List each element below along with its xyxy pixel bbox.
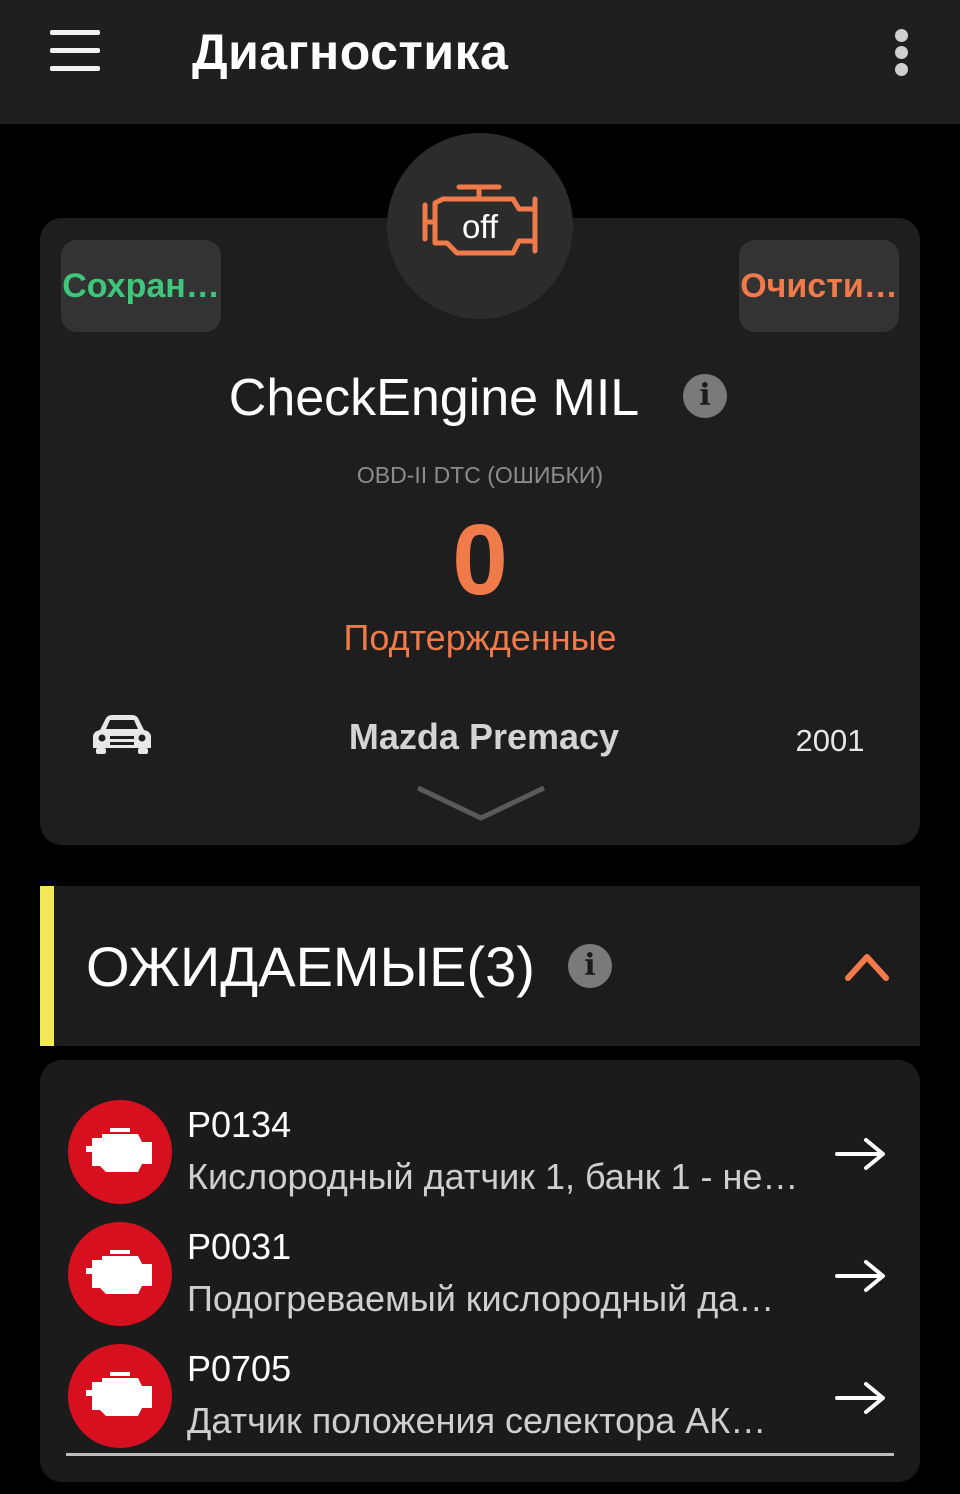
dtc-description: Кислородный датчик 1, банк 1 - не… xyxy=(187,1156,799,1197)
list-divider xyxy=(66,1453,894,1456)
dtc-description: Подогреваемый кислородный да… xyxy=(187,1278,775,1319)
section-accent-bar xyxy=(40,886,54,1046)
check-engine-badge-icon xyxy=(68,1100,172,1204)
list-item[interactable]: P0031 Подогреваемый кислородный да… xyxy=(40,1214,920,1336)
info-icon[interactable]: i xyxy=(683,374,727,418)
section-title: ОЖИДАЕМЫЕ(3) xyxy=(86,935,535,998)
dtc-code: P0031 xyxy=(187,1226,292,1267)
dtc-description: Датчик положения селектора АК… xyxy=(187,1400,767,1441)
arrow-right-icon[interactable] xyxy=(834,1258,888,1294)
dtc-code: P0705 xyxy=(187,1348,292,1389)
page-title: Диагностика xyxy=(192,24,509,80)
vehicle-name: Mazda Premacy xyxy=(348,716,620,757)
more-vert-icon[interactable] xyxy=(880,24,924,80)
hamburger-menu-icon[interactable] xyxy=(40,20,110,80)
mil-indicator: off xyxy=(387,133,573,319)
clear-button[interactable]: Очисти… xyxy=(739,240,899,332)
pending-section-header[interactable]: ОЖИДАЕМЫЕ(3) xyxy=(40,886,920,1046)
arrow-right-icon[interactable] xyxy=(834,1380,888,1416)
chevron-down-icon[interactable] xyxy=(414,782,548,824)
save-button[interactable]: Сохран… xyxy=(61,240,221,332)
pending-dtc-list: P0134 Кислородный датчик 1, банк 1 - не…… xyxy=(40,1060,920,1482)
chevron-up-icon[interactable] xyxy=(844,946,890,986)
mil-state-text: off xyxy=(461,208,499,245)
car-icon xyxy=(93,715,151,754)
dtc-label: OBD-II DTC (ОШИБКИ) xyxy=(356,462,604,488)
vehicle-year: 2001 xyxy=(795,723,865,758)
info-icon[interactable]: i xyxy=(568,944,612,988)
list-item[interactable]: P0134 Кислородный датчик 1, банк 1 - не… xyxy=(40,1092,920,1214)
list-item[interactable]: P0705 Датчик положения селектора АК… xyxy=(40,1336,920,1458)
dtc-status-label: Подтержденные xyxy=(343,617,617,658)
app-bar: Диагностика xyxy=(0,0,960,124)
check-engine-badge-icon xyxy=(68,1344,172,1448)
arrow-right-icon[interactable] xyxy=(834,1136,888,1172)
check-engine-badge-icon xyxy=(68,1222,172,1326)
card-title: CheckEngine MIL xyxy=(228,369,640,427)
dtc-count: 0 xyxy=(452,504,508,616)
dtc-code: P0134 xyxy=(187,1104,292,1145)
